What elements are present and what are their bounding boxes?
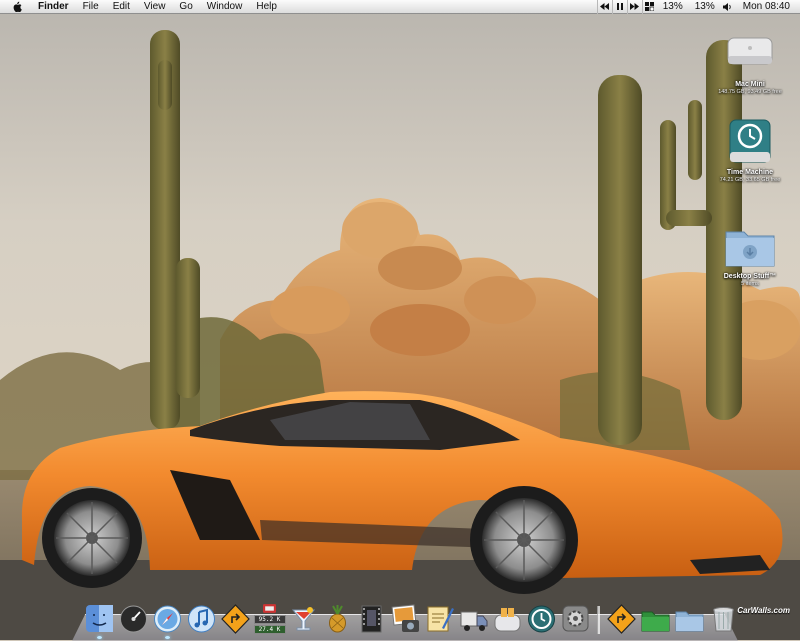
- dock-delivery-app[interactable]: [458, 602, 489, 634]
- dock-system-preferences[interactable]: [560, 602, 591, 634]
- dock-transmit-sign[interactable]: [220, 602, 251, 634]
- dock-itunes[interactable]: [186, 602, 217, 634]
- film-strip-icon: [361, 605, 382, 633]
- itunes-music-note-icon: [188, 605, 215, 633]
- gear-icon: [562, 605, 589, 632]
- dock: 95.2 K 27.4 K: [84, 594, 739, 639]
- dock-trash[interactable]: [708, 602, 739, 634]
- road-sign-icon: [221, 604, 250, 634]
- menu-bar: Finder File Edit View Go Window Help 13%…: [0, 0, 800, 14]
- dock-ical-app[interactable]: [424, 602, 455, 634]
- wallpaper-watermark: CarWalls.com: [737, 606, 790, 615]
- desktop-icon-label: Desktop Stuff™: [723, 273, 777, 280]
- cocktail-glass-icon: [291, 607, 316, 631]
- next-track-icon[interactable]: [626, 0, 642, 14]
- dock-dashboard[interactable]: [118, 602, 149, 634]
- running-indicator: [97, 636, 102, 639]
- mac-mini-drive-icon: [722, 30, 778, 78]
- finder-icon: [86, 605, 113, 632]
- pen-pad-icon: [427, 606, 454, 632]
- desktop-icon-desktop-stuff[interactable]: Desktop Stuff™ 5 items: [702, 222, 798, 288]
- road-sign-icon: [607, 604, 636, 634]
- network-download-rate: 27.4 K: [253, 625, 286, 634]
- folder-icon: [722, 222, 778, 270]
- dashboard-icon: [120, 605, 147, 633]
- pause-icon[interactable]: [611, 0, 627, 14]
- desktop-wallpaper: [0, 0, 800, 640]
- delivery-truck-icon: [460, 611, 488, 631]
- network-meter: 95.2 K 27.4 K: [253, 602, 286, 634]
- dock-separator: [597, 606, 600, 634]
- desktop-icon-info: 5 items: [741, 281, 759, 287]
- green-folder-icon: [641, 611, 670, 632]
- time-machine-drive-icon: [722, 118, 778, 166]
- menu-clock[interactable]: Mon 08:40: [735, 0, 800, 14]
- dock-folder-stack[interactable]: [674, 602, 705, 634]
- dock-network-monitor[interactable]: 95.2 K 27.4 K: [253, 602, 286, 634]
- folder-icon: [675, 611, 704, 632]
- menu-file[interactable]: File: [76, 0, 106, 14]
- safari-compass-icon: [154, 605, 181, 633]
- dock-green-folder-stack[interactable]: [640, 602, 671, 634]
- menu-go[interactable]: Go: [172, 0, 199, 14]
- dock-iphoto[interactable]: [390, 602, 421, 634]
- desktop-icon-time-machine[interactable]: Time Machine 74.21 GB, 33.65 GB free: [702, 118, 798, 184]
- desktop-icon-label: Mac Mini: [735, 81, 765, 88]
- battery-percent-a[interactable]: 13%: [657, 0, 689, 14]
- dock-activity-monitor[interactable]: [356, 602, 387, 634]
- time-machine-icon: [528, 605, 555, 633]
- dock-safari[interactable]: [152, 602, 183, 639]
- previous-track-icon[interactable]: [596, 0, 612, 14]
- desktop-icon-info: 74.21 GB, 33.65 GB free: [719, 177, 781, 183]
- menu-extras: 13% 13% Mon 08:40: [596, 0, 800, 14]
- toaster-icon: [494, 608, 521, 632]
- apple-menu-icon[interactable]: [10, 1, 24, 12]
- dock-toaster-app[interactable]: [492, 602, 523, 634]
- spaces-icon[interactable]: [641, 0, 657, 14]
- dock-sign-stack[interactable]: [606, 602, 637, 634]
- network-upload-rate: 95.2 K: [253, 615, 286, 624]
- volume-icon[interactable]: [721, 0, 735, 14]
- trash-icon: [713, 607, 734, 632]
- desktop-icon-mac-mini[interactable]: Mac Mini 148.75 GB, 93.49 GB free: [702, 30, 798, 96]
- battery-percent-b[interactable]: 13%: [689, 0, 721, 14]
- dock-time-machine[interactable]: [526, 602, 557, 634]
- pineapple-icon: [329, 605, 346, 633]
- app-menu-finder[interactable]: Finder: [34, 0, 76, 14]
- desktop-icon-label: Time Machine: [726, 169, 774, 176]
- dock-adium[interactable]: [288, 602, 319, 634]
- menu-window[interactable]: Window: [200, 0, 250, 14]
- menu-edit[interactable]: Edit: [106, 0, 137, 14]
- dock-finder[interactable]: [84, 602, 115, 639]
- network-monitor-icon: [263, 604, 276, 613]
- running-indicator: [165, 636, 170, 639]
- desktop-icon-info: 148.75 GB, 93.49 GB free: [718, 89, 782, 95]
- menu-view[interactable]: View: [137, 0, 173, 14]
- photo-camera-icon: [391, 604, 419, 632]
- dock-pineapple-app[interactable]: [322, 602, 353, 634]
- menu-help[interactable]: Help: [249, 0, 284, 14]
